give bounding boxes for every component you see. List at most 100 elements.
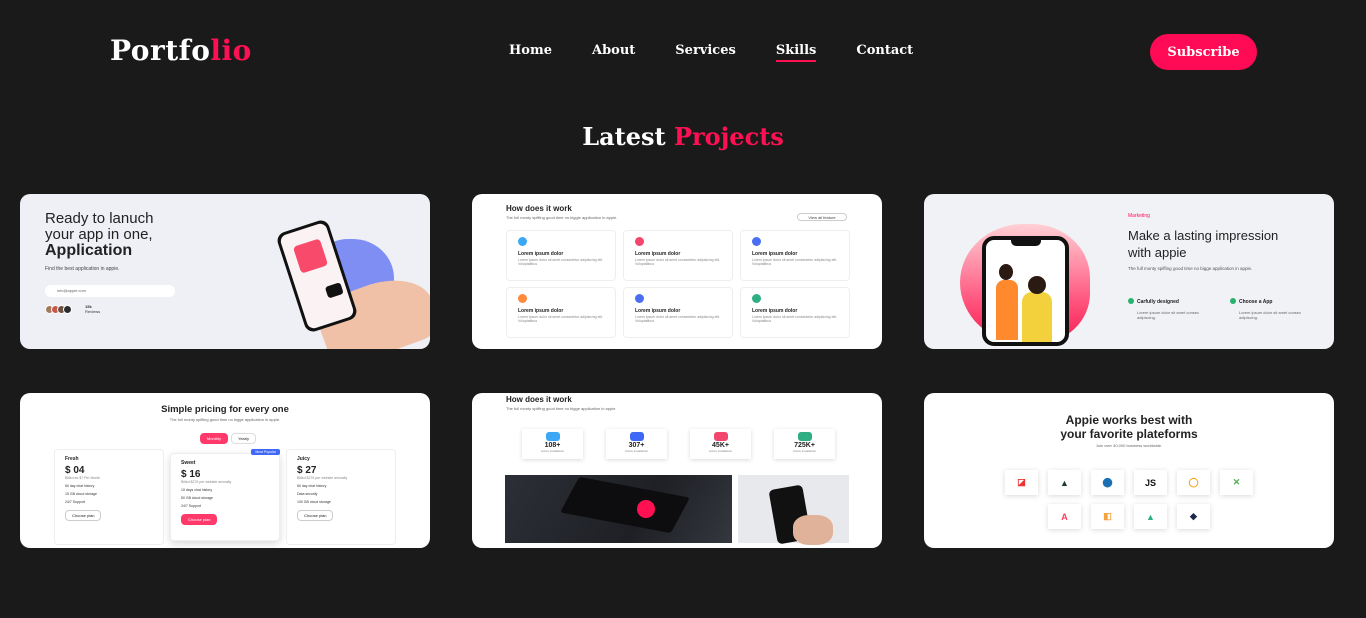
- stat-box: 725K+ Active Installation: [774, 429, 835, 459]
- tablet-video-image: [505, 475, 732, 543]
- phone-mockup: [982, 236, 1069, 346]
- heading-line-1: Ready to lanuch: [45, 210, 154, 227]
- choose-plan-button-preview: Choose plan: [297, 510, 334, 521]
- title-line-1: Appie works best with: [1065, 413, 1193, 427]
- feature-title: Lorem ipsum dolor: [752, 308, 798, 314]
- plan-name: Juicy: [297, 456, 310, 462]
- plan-price: $ 16: [181, 469, 201, 480]
- check-icon: [1128, 298, 1134, 304]
- feature-1-label: Carfully designed: [1137, 299, 1179, 305]
- card-title: Appie works best with your favorite plate…: [924, 413, 1334, 441]
- title-line-2: your favorite plateforms: [1060, 427, 1198, 441]
- plan-desc: Billed $276 per website annually: [181, 480, 232, 484]
- plan-feature: 50 GB cloud storage: [181, 496, 213, 500]
- stat-value: 108+: [544, 442, 561, 449]
- stat-label: Active Installation: [540, 449, 565, 453]
- play-icon: [637, 500, 655, 518]
- pricing-plan: Juicy $ 27 Billed $276 per website annua…: [286, 449, 396, 545]
- stat-icon: [713, 432, 728, 441]
- pricing-plan: Fresh $ 04 Billed as $? Per Month 60 day…: [54, 449, 164, 545]
- pricing-plan-popular: Most Popular Sweet $ 16 Billed $276 per …: [170, 449, 280, 541]
- stat-icon: [545, 432, 560, 441]
- plan-desc: Billed $276 per website annually: [297, 476, 348, 480]
- plan-feature: 15 GB cloud storage: [65, 492, 97, 496]
- plan-price: $ 04: [65, 465, 85, 476]
- nav-services[interactable]: Services: [675, 43, 736, 62]
- project-card-app-launch[interactable]: Ready to lanuch your app in one, Applica…: [20, 194, 430, 349]
- feature-text: Lorem ipsum dolor sit amet consectetur a…: [635, 315, 721, 323]
- feature-box: Lorem ipsum dolor Lorem ipsum dolor sit a…: [623, 287, 733, 338]
- plan-desc: Billed as $? Per Month: [65, 476, 101, 480]
- project-card-stats[interactable]: How does it work The full monty spiffing…: [472, 393, 882, 548]
- card-title: How does it work: [506, 395, 572, 404]
- feature-2: Choose a App: [1230, 298, 1272, 305]
- toggle-monthly: Monthly: [200, 433, 229, 444]
- platform-icon: ▲: [1134, 504, 1167, 529]
- stat-icon: [797, 432, 812, 441]
- card-subtitle: The full monty spiffing good time no big…: [169, 417, 281, 422]
- plan-name: Fresh: [65, 456, 79, 462]
- logo-accent: lio: [210, 34, 252, 67]
- stat-box: 45K+ Active Installation: [690, 429, 751, 459]
- feature-icon: [518, 237, 527, 246]
- feature-1-text: Lorem ipsum dolor sit amet consec adipis…: [1137, 310, 1200, 320]
- heading-line-2: your app in one,: [45, 226, 153, 243]
- card-subtitle: Join over 40,000 business worldwide.: [1095, 443, 1163, 448]
- stat-label: Active Installation: [792, 449, 817, 453]
- platform-icon: ◧: [1091, 504, 1124, 529]
- project-card-pricing[interactable]: Simple pricing for every one The full mo…: [20, 393, 430, 548]
- card-title: Make a lasting impression with appie: [1128, 228, 1279, 260]
- plan-feature: 10 days chat history: [181, 488, 213, 492]
- card-subtitle: The full monty spiffing good time no big…: [506, 406, 617, 411]
- subscribe-button[interactable]: Subscribe: [1150, 34, 1257, 70]
- feature-title: Lorem ipsum dolor: [518, 251, 564, 257]
- plan-price: $ 27: [297, 465, 317, 476]
- platform-icon: JS: [1134, 470, 1167, 495]
- stat-box: 108+ Active Installation: [522, 429, 583, 459]
- nav-contact[interactable]: Contact: [856, 43, 913, 62]
- feature-box: Lorem ipsum dolor Lorem ipsum dolor sit a…: [506, 287, 616, 338]
- feature-box: Lorem ipsum dolor Lorem ipsum dolor sit a…: [623, 230, 733, 281]
- platform-icon: ◪: [1005, 470, 1038, 495]
- nav-about[interactable]: About: [592, 43, 635, 62]
- stat-box: 307+ Active Installation: [606, 429, 667, 459]
- feature-box: Lorem ipsum dolor Lorem ipsum dolor sit a…: [506, 230, 616, 281]
- popular-badge: Most Popular: [251, 449, 280, 455]
- billing-toggle: Monthly Yearly: [200, 433, 256, 444]
- nav-home[interactable]: Home: [509, 43, 552, 62]
- plan-feature: 60 day chat history: [297, 484, 327, 488]
- avatar: [63, 305, 72, 314]
- feature-box: Lorem ipsum dolor Lorem ipsum dolor sit a…: [740, 230, 850, 281]
- feature-title: Lorem ipsum dolor: [635, 308, 681, 314]
- project-card-marketing[interactable]: Marketing Make a lasting impression with…: [924, 194, 1334, 349]
- toggle-yearly: Yearly: [231, 433, 256, 444]
- feature-2-label: Choose a App: [1239, 299, 1273, 305]
- plan-feature: 60 day chat history: [65, 484, 95, 488]
- main-nav: Home About Services Skills Contact: [509, 43, 913, 62]
- reviews-count: 15k Reviews: [85, 304, 100, 314]
- project-card-platforms[interactable]: Appie works best with your favorite plate…: [924, 393, 1334, 548]
- section-title: Latest Projects: [0, 122, 1366, 151]
- card-subtitle: The full monty spiffing good time no big…: [506, 215, 618, 220]
- plan-feature: 24/7 Support: [65, 500, 86, 504]
- stat-icon: [629, 432, 644, 441]
- plan-feature: 24/7 Support: [181, 504, 202, 508]
- card-kicker: Marketing: [1128, 213, 1150, 219]
- feature-icon: [635, 237, 644, 246]
- stats-row: 108+ Active Installation 307+ Active Insta…: [522, 429, 835, 459]
- feature-icon: [752, 237, 761, 246]
- card-heading: Ready to lanuch your app in one, Applica…: [45, 211, 205, 259]
- platform-icon: ⬤: [1091, 470, 1124, 495]
- stat-value: 45K+: [712, 442, 729, 449]
- stat-value: 307+: [628, 442, 645, 449]
- project-card-how-it-works[interactable]: How does it work The full monty spiffing…: [472, 194, 882, 349]
- reviews-label: Reviews: [85, 309, 101, 314]
- platform-row: ◪ ▲ ⬤ JS ◯ ✕: [924, 470, 1334, 495]
- check-icon: [1230, 298, 1236, 304]
- nav-skills[interactable]: Skills: [775, 43, 817, 62]
- stat-value: 725K+: [794, 442, 815, 449]
- logo[interactable]: Portfolio: [110, 34, 252, 67]
- plan-feature: Data security: [297, 492, 318, 496]
- feature-text: Lorem ipsum dolor sit amet consectetur a…: [752, 315, 838, 323]
- feature-1: Carfully designed: [1128, 298, 1179, 305]
